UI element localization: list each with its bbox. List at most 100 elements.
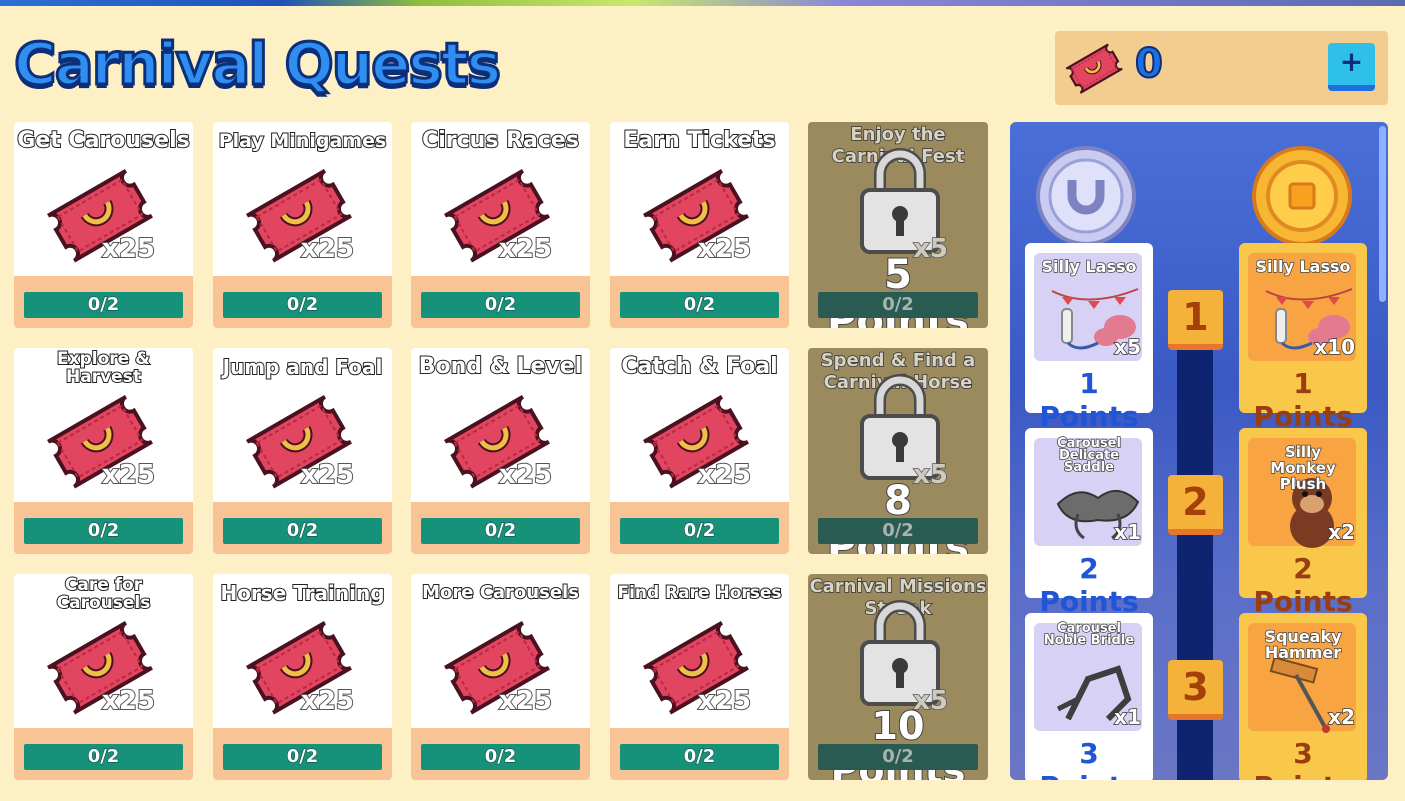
ticket-balance: 0 bbox=[1134, 40, 1164, 88]
quest-reward-qty: x25 bbox=[300, 459, 355, 491]
reward-name: Squeaky Hammer bbox=[1264, 627, 1343, 662]
quest-name: More Carousels bbox=[421, 581, 580, 604]
reward-name: Silly Lasso bbox=[1041, 257, 1138, 276]
reward-name: Silly Lasso bbox=[1255, 257, 1352, 276]
reward-name: Carousel Delicate Saddle bbox=[1056, 436, 1121, 475]
quest-footer: 0/2 bbox=[213, 276, 392, 328]
locked-quest-progress: 0/2 bbox=[818, 744, 978, 770]
ticket-balance-panel: 0 + bbox=[1055, 31, 1388, 105]
reward-points: 2 Points bbox=[1253, 552, 1353, 618]
reward-name: Carousel Noble Bridle bbox=[1043, 621, 1135, 648]
quest-footer: 0/2 bbox=[14, 276, 193, 328]
quest-reward-qty: x25 bbox=[101, 685, 156, 717]
quest-footer: 0/2 bbox=[14, 728, 193, 780]
quest-reward-qty: x25 bbox=[498, 233, 553, 265]
reward-track-scrollbar[interactable] bbox=[1379, 126, 1386, 302]
free-reward-card[interactable]: Silly Lasso x5 1 Points bbox=[1025, 243, 1153, 433]
reward-name: Silly Monkey Plush bbox=[1270, 443, 1337, 493]
quest-progress: 0/2 bbox=[620, 744, 779, 770]
quest-footer: 0/2 bbox=[14, 502, 193, 554]
quest-footer: 0/2 bbox=[610, 502, 789, 554]
quest-footer: 0/2 bbox=[411, 502, 590, 554]
reward-qty: x5 bbox=[1113, 334, 1141, 360]
quest-name: Earn Tickets bbox=[622, 128, 776, 153]
page-title: Carnival Quests bbox=[12, 29, 502, 100]
quest-progress: 0/2 bbox=[24, 292, 183, 318]
reward-points: 1 Points bbox=[1039, 367, 1139, 433]
reward-points: 2 Points bbox=[1039, 552, 1139, 618]
quest-reward-qty: x25 bbox=[697, 233, 752, 265]
quest-name: Get Carousels bbox=[16, 128, 190, 153]
quest-card[interactable]: Find Rare Horses x25 0/2 bbox=[610, 574, 789, 780]
quest-card[interactable]: Get Carousels x25 0/2 bbox=[14, 122, 193, 328]
quest-card[interactable]: Bond & Level x25 0/2 bbox=[411, 348, 590, 554]
premium-reward-card[interactable]: Silly Monkey Plush x2 2 Points bbox=[1239, 428, 1367, 618]
reward-qty: x1 bbox=[1113, 519, 1141, 545]
quest-name: Explore & Harvest bbox=[56, 349, 151, 387]
gold-coin-icon bbox=[1252, 146, 1352, 246]
reward-points: 3 Points bbox=[1039, 737, 1138, 780]
reward-track-panel[interactable]: 1 2 3 Silly Lasso x5 1 Points Carousel D… bbox=[1010, 122, 1388, 780]
quest-progress: 0/2 bbox=[24, 518, 183, 544]
quest-reward-qty: x25 bbox=[101, 459, 156, 491]
tier-marker: 1 bbox=[1168, 290, 1223, 350]
reward-qty: x2 bbox=[1327, 519, 1355, 545]
quest-progress: 0/2 bbox=[421, 292, 580, 318]
reward-points: 1 Points bbox=[1253, 367, 1353, 433]
quest-card[interactable]: More Carousels x25 0/2 bbox=[411, 574, 590, 780]
reward-qty: x2 bbox=[1327, 704, 1355, 730]
quest-progress: 0/2 bbox=[223, 292, 382, 318]
quest-card[interactable]: Catch & Foal x25 0/2 bbox=[610, 348, 789, 554]
quest-progress: 0/2 bbox=[24, 744, 183, 770]
quest-name: Bond & Level bbox=[418, 354, 584, 379]
buy-tickets-button[interactable]: + bbox=[1328, 43, 1375, 91]
quest-name: Care for Carousels bbox=[56, 575, 152, 613]
silver-horseshoe-coin-icon bbox=[1036, 146, 1136, 246]
quest-name: Catch & Foal bbox=[620, 354, 778, 379]
quest-card[interactable]: Play Minigames x25 0/2 bbox=[213, 122, 392, 328]
quest-card[interactable]: Horse Training x25 0/2 bbox=[213, 574, 392, 780]
reward-points: 3 Points bbox=[1253, 737, 1352, 780]
quest-name: Horse Training bbox=[219, 581, 385, 605]
ticket-icon bbox=[1063, 39, 1125, 97]
quest-footer: 0/2 bbox=[610, 728, 789, 780]
top-banner-strip bbox=[0, 0, 1405, 6]
quest-card[interactable]: Explore & Harvest x25 0/2 bbox=[14, 348, 193, 554]
locked-quest-card[interactable]: Spend & Find a Carnival Horse x5 8 Point… bbox=[808, 348, 988, 554]
free-reward-card[interactable]: Carousel Delicate Saddle x1 2 Points bbox=[1025, 428, 1153, 618]
quest-card[interactable]: Care for Carousels x25 0/2 bbox=[14, 574, 193, 780]
quest-card[interactable]: Earn Tickets x25 0/2 bbox=[610, 122, 789, 328]
quest-reward-qty: x25 bbox=[697, 459, 752, 491]
quest-reward-qty: x25 bbox=[101, 233, 156, 265]
locked-quest-card[interactable]: Enjoy the Carnival Fest x5 5 Points 0/2 bbox=[808, 122, 988, 328]
quest-card[interactable]: Jump and Foal x25 0/2 bbox=[213, 348, 392, 554]
quest-progress: 0/2 bbox=[421, 518, 580, 544]
quest-reward-qty: x25 bbox=[498, 459, 553, 491]
quest-progress: 0/2 bbox=[620, 292, 779, 318]
quest-footer: 0/2 bbox=[213, 502, 392, 554]
quest-reward-qty: x25 bbox=[498, 685, 553, 717]
quest-progress: 0/2 bbox=[421, 744, 580, 770]
quest-reward-qty: x25 bbox=[300, 685, 355, 717]
tier-marker: 2 bbox=[1168, 475, 1223, 535]
tier-marker: 3 bbox=[1168, 660, 1223, 720]
free-reward-card[interactable]: Carousel Noble Bridle x1 3 Points bbox=[1025, 613, 1153, 780]
quest-name: Circus Races bbox=[421, 128, 580, 153]
quest-progress: 0/2 bbox=[223, 518, 382, 544]
quest-footer: 0/2 bbox=[411, 728, 590, 780]
premium-reward-card[interactable]: Silly Lasso x10 1 Points bbox=[1239, 243, 1367, 433]
quest-name: Find Rare Horses bbox=[616, 582, 782, 604]
quest-progress: 0/2 bbox=[223, 744, 382, 770]
premium-reward-card[interactable]: Squeaky Hammer x2 3 Points bbox=[1239, 613, 1367, 780]
quest-progress: 0/2 bbox=[620, 518, 779, 544]
locked-quest-progress: 0/2 bbox=[818, 518, 978, 544]
quest-footer: 0/2 bbox=[411, 276, 590, 328]
quest-footer: 0/2 bbox=[213, 728, 392, 780]
quest-card[interactable]: Circus Races x25 0/2 bbox=[411, 122, 590, 328]
quest-reward-qty: x25 bbox=[300, 233, 355, 265]
quest-footer: 0/2 bbox=[610, 276, 789, 328]
quest-name: Jump and Foal bbox=[222, 355, 384, 379]
quest-reward-qty: x25 bbox=[697, 685, 752, 717]
reward-qty: x10 bbox=[1314, 334, 1356, 360]
locked-quest-card[interactable]: Carnival Missions Streak x5 10 Points 0/… bbox=[808, 574, 988, 780]
